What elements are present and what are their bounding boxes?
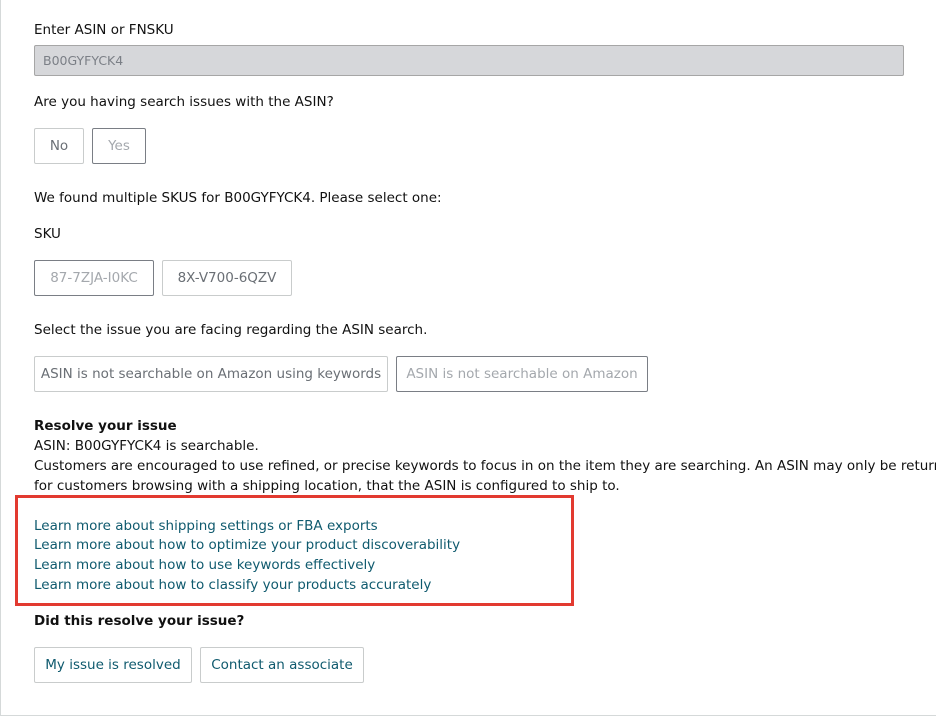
asin-label: Enter ASIN or FNSKU bbox=[34, 22, 174, 38]
feedback-question: Did this resolve your issue? bbox=[34, 613, 245, 629]
sku-intro-text: We found multiple SKUS for B00GYFYCK4. P… bbox=[34, 190, 442, 206]
issue-option-keywords-button[interactable]: ASIN is not searchable on Amazon using k… bbox=[34, 356, 388, 392]
no-button[interactable]: No bbox=[34, 128, 84, 164]
classify-products-link[interactable]: Learn more about how to classify your pr… bbox=[34, 576, 431, 594]
sku-option-button[interactable]: 87-7ZJA-I0KC bbox=[34, 260, 154, 296]
issue-question: Select the issue you are facing regardin… bbox=[34, 322, 428, 338]
keywords-link[interactable]: Learn more about how to use keywords eff… bbox=[34, 556, 375, 574]
resolve-title: Resolve your issue bbox=[34, 418, 177, 434]
issue-resolved-button[interactable]: My issue is resolved bbox=[34, 647, 192, 683]
yes-button[interactable]: Yes bbox=[92, 128, 146, 164]
sku-option-button[interactable]: 8X-V700-6QZV bbox=[162, 260, 292, 296]
asin-input[interactable]: B00GYFYCK4 bbox=[34, 45, 904, 76]
issue-option-not-searchable-button[interactable]: ASIN is not searchable on Amazon bbox=[396, 356, 648, 392]
resolve-description-line2: for customers browsing with a shipping l… bbox=[34, 478, 620, 494]
shipping-settings-link[interactable]: Learn more about shipping settings or FB… bbox=[34, 517, 378, 535]
search-issue-question: Are you having search issues with the AS… bbox=[34, 94, 334, 110]
resolve-description-line1: Customers are encouraged to use refined,… bbox=[34, 458, 936, 474]
resolve-status: ASIN: B00GYFYCK4 is searchable. bbox=[34, 438, 259, 454]
contact-associate-button[interactable]: Contact an associate bbox=[200, 647, 364, 683]
sku-label: SKU bbox=[34, 226, 61, 242]
discoverability-link[interactable]: Learn more about how to optimize your pr… bbox=[34, 536, 460, 554]
